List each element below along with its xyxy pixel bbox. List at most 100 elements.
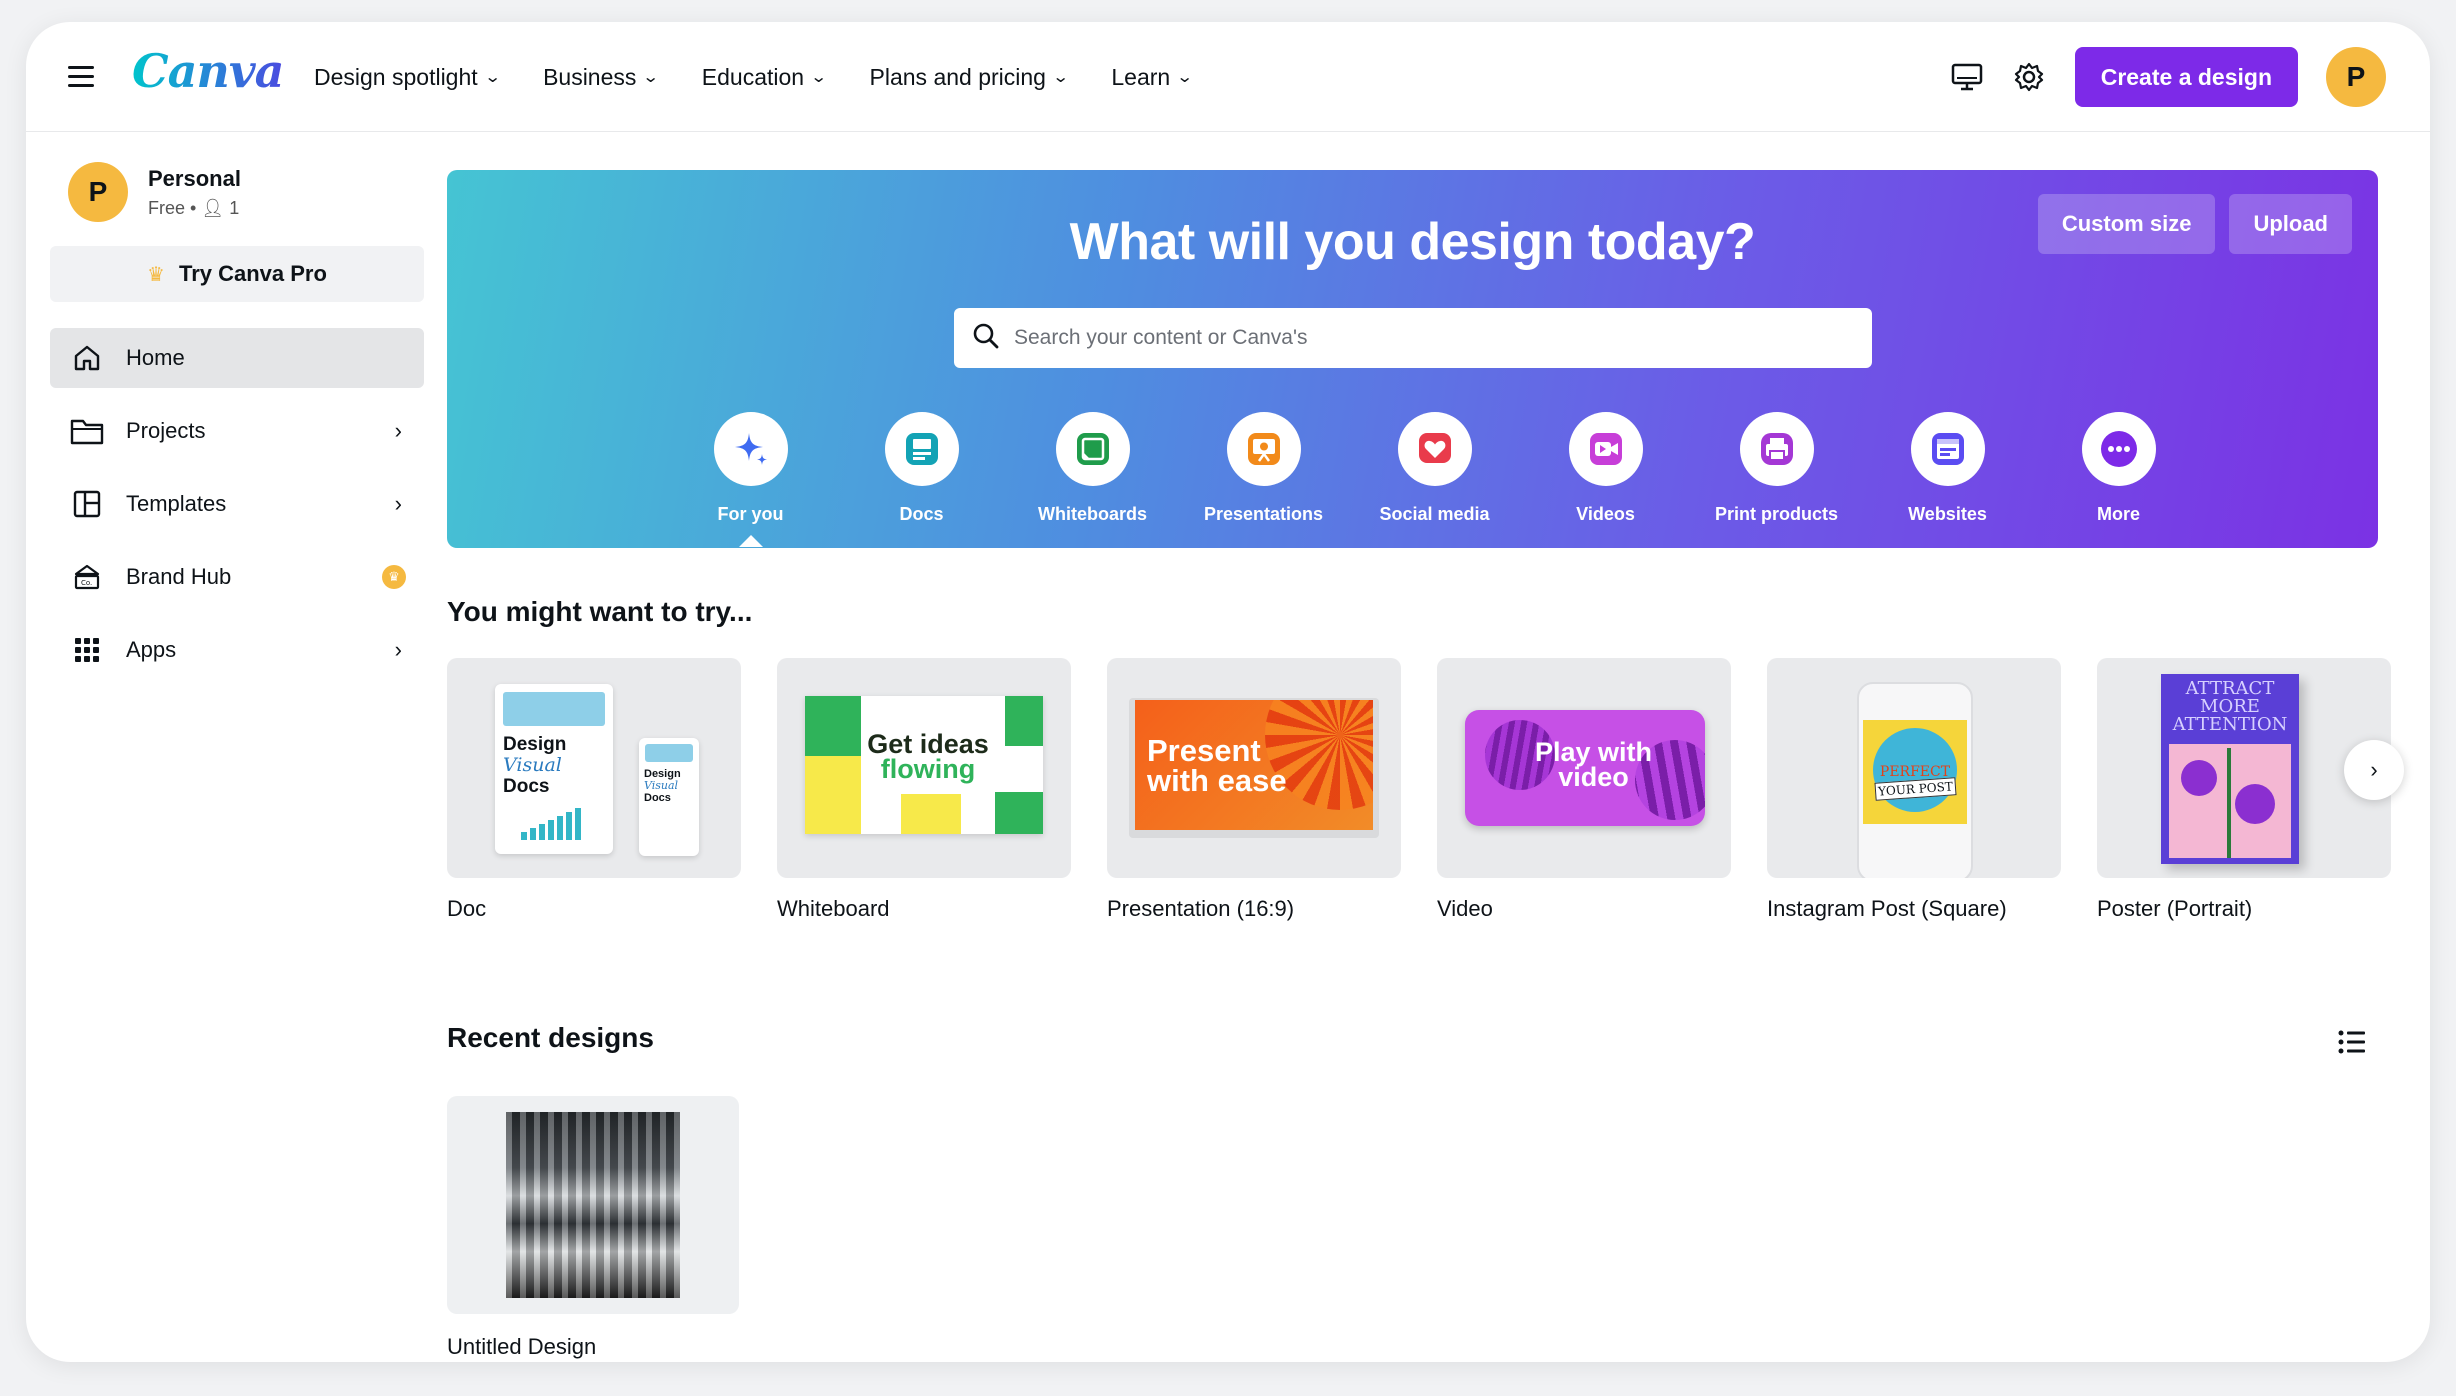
- account-info: Personal Free • 👤︎ 1: [148, 166, 241, 219]
- sidebar-item-brand-hub[interactable]: Co. Brand Hub ♛: [50, 547, 424, 607]
- hero-banner: What will you design today? Custom size …: [447, 170, 2378, 548]
- card-label: Poster (Portrait): [2097, 896, 2253, 921]
- nav-label: Education: [701, 63, 805, 90]
- search-input[interactable]: [1014, 326, 1854, 350]
- sidebar-item-projects[interactable]: Projects ›: [50, 401, 424, 461]
- create-design-button[interactable]: Create a design: [2074, 47, 2298, 107]
- poster-art-text: ATTRACT MORE ATTENTION: [2161, 680, 2299, 734]
- custom-size-button[interactable]: Custom size: [2037, 194, 2216, 254]
- sidebar-item-apps[interactable]: Apps ›: [50, 620, 424, 680]
- category-websites[interactable]: Websites: [1862, 412, 2033, 525]
- sidebar-item-label: Templates: [126, 491, 227, 516]
- try-canva-pro-button[interactable]: ♛ Try Canva Pro: [50, 246, 424, 302]
- canva-logo[interactable]: Canva: [132, 44, 284, 98]
- doc-bar-art: [521, 808, 581, 840]
- chevron-right-icon: ›: [394, 491, 402, 516]
- list-view-icon[interactable]: [2332, 1022, 2372, 1062]
- sidebar-item-label: Home: [126, 345, 185, 370]
- template-card-presentation[interactable]: Present with ease Presentation (16:9): [1107, 658, 1401, 922]
- category-more[interactable]: More: [2033, 412, 2204, 525]
- recent-section-title: Recent designs: [447, 1022, 654, 1053]
- instagram-thumbnail: PERFECT YOUR POST: [1767, 658, 2061, 878]
- member-count: 1: [229, 197, 240, 218]
- presentation-slide-art: Present with ease: [1135, 700, 1373, 830]
- account-name: Personal: [148, 165, 241, 191]
- sidebar-item-templates[interactable]: Templates ›: [50, 474, 424, 534]
- template-card-instagram-post[interactable]: PERFECT YOUR POST Instagram Post (Square): [1767, 658, 2061, 922]
- doc-art-line: Design: [503, 734, 567, 755]
- website-icon: [1910, 412, 1985, 486]
- recent-design-card[interactable]: Untitled Design: [447, 1096, 739, 1360]
- chevron-right-icon: ›: [2370, 757, 2378, 782]
- video-art-line: video: [1558, 762, 1629, 792]
- whiteboard-art-line: flowing: [880, 754, 976, 784]
- category-print-products[interactable]: Print products: [1691, 412, 1862, 525]
- category-videos[interactable]: Videos: [1520, 412, 1691, 525]
- presentation-icon: [1226, 412, 1301, 486]
- recent-design-label: Untitled Design: [447, 1334, 597, 1359]
- category-docs[interactable]: Docs: [836, 412, 1007, 525]
- doc-art-line: Docs: [644, 792, 671, 804]
- nav-plans-pricing[interactable]: Plans and pricing ⌄: [869, 63, 1070, 91]
- presentation-art-line: with ease: [1147, 763, 1287, 798]
- doc-art-text: Design Visual Docs: [503, 734, 605, 797]
- hero-actions: Custom size Upload: [2024, 194, 2352, 254]
- settings-gear-icon[interactable]: [1999, 47, 2059, 107]
- docs-icon: [884, 412, 959, 486]
- chevron-down-icon: ⌄: [1051, 69, 1070, 86]
- category-label: Presentations: [1203, 504, 1324, 524]
- template-card-poster[interactable]: ATTRACT MORE ATTENTION Poster (Portrait): [2097, 658, 2391, 922]
- menu-icon[interactable]: [68, 66, 94, 88]
- search-bar[interactable]: [954, 308, 1872, 368]
- top-header: Canva Design spotlight ⌄ Business ⌄ Educat…: [26, 22, 2430, 132]
- template-card-video[interactable]: Play with video Video: [1437, 658, 1731, 922]
- crown-icon: ♛: [147, 263, 165, 286]
- template-card-whiteboard[interactable]: Get ideas flowing Whiteboard: [777, 658, 1071, 922]
- sidebar-item-label: Apps: [126, 637, 177, 662]
- category-label: Docs: [899, 504, 944, 524]
- nav-business[interactable]: Business ⌄: [543, 63, 660, 91]
- user-avatar[interactable]: P: [2326, 47, 2386, 107]
- doc-banner-art: [503, 692, 605, 726]
- category-social-media[interactable]: Social media: [1349, 412, 1520, 525]
- chevron-down-icon: ⌄: [483, 69, 502, 86]
- category-label: Videos: [1576, 504, 1635, 524]
- nav-education[interactable]: Education ⌄: [701, 63, 828, 91]
- carousel-next-button[interactable]: ›: [2344, 740, 2404, 800]
- top-nav: Design spotlight ⌄ Business ⌄ Education ⌄ P…: [314, 22, 1236, 132]
- nav-label: Design spotlight: [314, 63, 478, 90]
- doc-art-line: Visual: [644, 779, 679, 792]
- nav-label: Plans and pricing: [869, 63, 1046, 90]
- sidebar-item-home[interactable]: Home: [50, 328, 424, 388]
- whiteboard-icon: [1055, 412, 1130, 486]
- nav-learn[interactable]: Learn ⌄: [1111, 64, 1194, 91]
- account-avatar: P: [68, 162, 128, 222]
- category-for-you[interactable]: For you: [665, 412, 836, 547]
- svg-text:Co.: Co.: [81, 579, 92, 587]
- account-plan: Free: [148, 197, 186, 218]
- instagram-art-text: PERFECT YOUR POST: [1865, 764, 1965, 801]
- separator-dot: •: [190, 197, 202, 218]
- account-plan-line: Free • 👤︎ 1: [148, 198, 241, 219]
- card-label: Whiteboard: [777, 896, 890, 921]
- upload-button[interactable]: Upload: [2229, 194, 2352, 254]
- account-switcher[interactable]: P Personal Free • 👤︎ 1: [50, 152, 424, 232]
- doc-thumbnail: Design Visual Docs Design Visual Docs: [447, 658, 741, 878]
- desktop-app-icon[interactable]: [1937, 47, 1997, 107]
- sparkle-icon: [713, 412, 788, 486]
- template-card-doc[interactable]: Design Visual Docs Design Visual Docs Doc: [447, 658, 741, 922]
- pro-crown-badge-icon: ♛: [382, 565, 406, 589]
- app-window: Canva Design spotlight ⌄ Business ⌄ Educat…: [26, 22, 2430, 1362]
- try-section-title: You might want to try...: [447, 596, 753, 627]
- chevron-down-icon: ⌄: [1176, 69, 1194, 86]
- nav-design-spotlight[interactable]: Design spotlight ⌄: [314, 63, 502, 91]
- chevron-right-icon: ›: [394, 637, 402, 662]
- whiteboard-thumbnail: Get ideas flowing: [777, 658, 1071, 878]
- category-row: For you Docs Whiteboards Presentations S…: [665, 412, 2204, 547]
- category-presentations[interactable]: Presentations: [1178, 412, 1349, 525]
- search-icon: [972, 322, 1000, 355]
- card-label: Instagram Post (Square): [1767, 896, 2007, 921]
- nav-label: Business: [543, 63, 637, 90]
- category-whiteboards[interactable]: Whiteboards: [1007, 412, 1178, 525]
- phone-mockup: PERFECT YOUR POST: [1857, 682, 1973, 878]
